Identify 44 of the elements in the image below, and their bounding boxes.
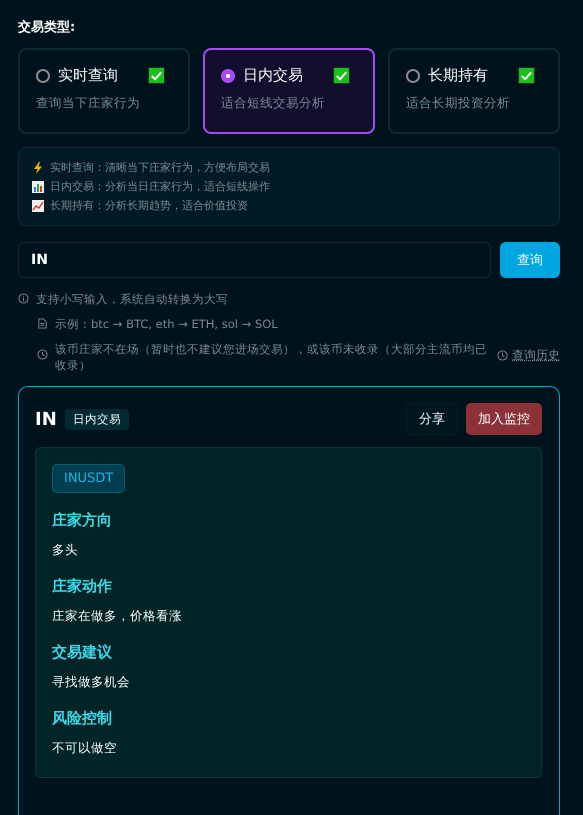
trade-type-description: 查询当下庄家行为 bbox=[36, 95, 141, 112]
tip-text: 实时查询：清晰当下庄家行为，方便布局交易 bbox=[50, 160, 270, 175]
section-heading: 风险控制 bbox=[52, 709, 112, 728]
type-tag: 日内交易 bbox=[64, 408, 129, 430]
bar-chart-icon bbox=[32, 180, 44, 192]
checkbox[interactable] bbox=[333, 67, 350, 84]
hint-text: 示例：btc → BTC, eth → ETH, sol → SOL bbox=[55, 316, 279, 332]
monitor-button[interactable]: 加入监控 bbox=[466, 403, 542, 435]
section-heading: 庄家动作 bbox=[52, 577, 112, 596]
trade-type-title: 实时查询 bbox=[58, 66, 119, 85]
trade-type-card[interactable]: 实时查询 查询当下庄家行为 bbox=[18, 48, 190, 134]
hint-text: 支持小写输入，系统自动转换为大写 bbox=[36, 291, 229, 307]
line-chart-icon bbox=[32, 200, 44, 212]
trade-type-card[interactable]: 日内交易 适合短线交易分析 bbox=[203, 48, 375, 134]
radio-button[interactable] bbox=[406, 68, 420, 82]
section-text: 不可以做空 bbox=[52, 740, 117, 757]
section-heading: 交易建议 bbox=[52, 643, 112, 662]
section-text: 寻找做多机会 bbox=[52, 674, 130, 691]
info-icon bbox=[18, 293, 29, 304]
document-icon bbox=[37, 318, 48, 329]
history-link[interactable]: 查询历史 bbox=[497, 347, 560, 364]
trade-type-description: 适合长期投资分析 bbox=[406, 95, 511, 112]
trade-type-description: 适合短线交易分析 bbox=[221, 95, 326, 112]
checkbox[interactable] bbox=[518, 67, 535, 84]
hint-text: 该币庄家不在场（暂时也不建议您进场交易），或该币未收录（大部分主流币均已收录） bbox=[55, 341, 488, 373]
section-text: 多头 bbox=[52, 542, 78, 559]
radio-button[interactable] bbox=[221, 68, 235, 82]
section-text: 庄家在做多，价格看涨 bbox=[52, 608, 182, 625]
radio-button[interactable] bbox=[36, 68, 50, 82]
search-field[interactable]: IN bbox=[18, 242, 491, 278]
share-button[interactable]: 分享 bbox=[406, 403, 458, 435]
clock-icon bbox=[37, 349, 48, 360]
lightning-icon bbox=[32, 162, 44, 174]
tip-text: 日内交易：分析当日庄家行为，适合短线操作 bbox=[50, 179, 270, 194]
clock-icon bbox=[497, 350, 508, 361]
checkbox[interactable] bbox=[148, 67, 165, 84]
trade-type-card[interactable]: 长期持有 适合长期投资分析 bbox=[388, 48, 560, 134]
section-label: 交易类型: bbox=[18, 18, 76, 36]
section-heading: 庄家方向 bbox=[52, 511, 112, 530]
tip-text: 长期持有：分析长期趋势，适合价值投资 bbox=[50, 198, 248, 213]
trade-type-title: 日内交易 bbox=[243, 66, 304, 85]
trade-type-title: 长期持有 bbox=[428, 66, 489, 85]
pair-tag: INUSDT bbox=[52, 464, 126, 493]
symbol-title: IN bbox=[35, 408, 57, 430]
